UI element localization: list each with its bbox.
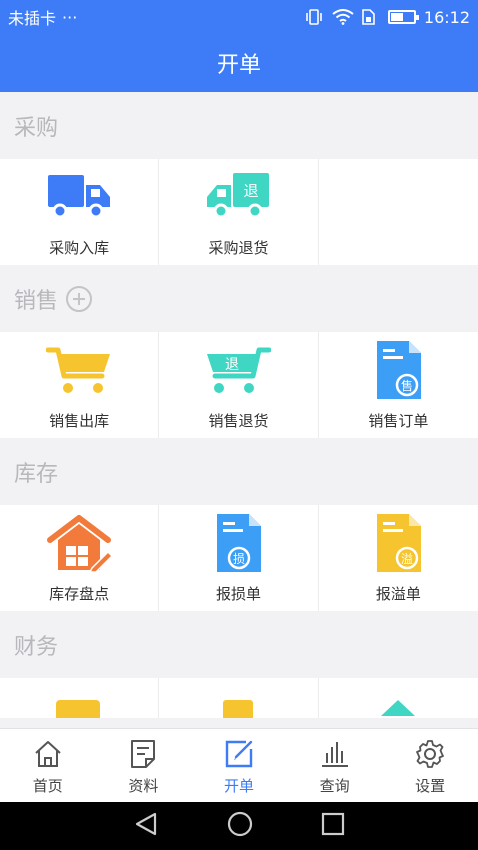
loss-doc-icon: 损 <box>205 514 271 572</box>
tab-label: 资料 <box>128 777 159 795</box>
back-icon[interactable] <box>133 811 159 841</box>
finance-item-3[interactable] <box>319 678 478 718</box>
recents-square-icon[interactable] <box>321 812 345 840</box>
badge-text: 损 <box>233 552 245 566</box>
tab-label: 设置 <box>415 777 446 795</box>
title-bar: 开单 <box>0 34 478 92</box>
overflow-doc-icon: 溢 <box>365 514 431 572</box>
purchase-in-button[interactable]: 采购入库 <box>0 159 160 265</box>
page-title: 开单 <box>216 53 261 78</box>
section-title: 采购 <box>14 115 59 141</box>
bar-chart-icon <box>319 737 351 771</box>
sim-icon <box>360 9 380 25</box>
add-circle-icon[interactable] <box>66 285 93 312</box>
section-title: 财务 <box>14 634 59 660</box>
gear-icon <box>414 737 446 771</box>
section-header-purchase: 采购 <box>0 92 478 159</box>
overflow-report-button[interactable]: 溢 报溢单 <box>319 505 478 611</box>
truck-icon <box>46 171 112 223</box>
return-cart-icon: 退 <box>205 344 272 396</box>
badge-text: 售 <box>401 378 413 393</box>
section-grid-inventory: 库存盘点 损 报损单 溢 报溢单 <box>0 505 478 611</box>
clock: 16:12 <box>423 7 470 27</box>
carrier-text: 未插卡 <box>8 9 57 28</box>
grid-item-label: 采购退货 <box>208 239 269 257</box>
finance-yellow-icon <box>46 690 112 718</box>
tab-home[interactable]: 首页 <box>0 729 96 802</box>
section-grid-finance <box>0 678 478 718</box>
grid-item-label: 报损单 <box>215 585 261 603</box>
bottom-tab-bar: 首页 资料 开单 查询 设置 <box>0 728 478 802</box>
section-header-sales: 销售 <box>0 265 478 332</box>
section-grid-purchase: 采购入库 退 采购退货 <box>0 159 478 265</box>
cart-icon <box>46 344 112 396</box>
vibrate-icon <box>304 9 324 25</box>
document-icon <box>127 737 159 771</box>
section-grid-sales: 销售出库 退 销售退货 售 销售订单 <box>0 332 478 438</box>
edit-icon <box>223 737 255 771</box>
tab-label: 首页 <box>32 777 63 795</box>
grid-item-label: 采购入库 <box>49 239 110 257</box>
more-indicator: ··· <box>62 7 78 27</box>
section-title: 库存 <box>14 461 59 487</box>
status-bar: 未插卡 ··· 16:12 <box>0 0 478 34</box>
tab-label: 查询 <box>319 777 350 795</box>
sales-out-button[interactable]: 销售出库 <box>0 332 160 438</box>
grid-item-label: 报溢单 <box>375 585 421 603</box>
sales-return-button[interactable]: 退 销售退货 <box>159 332 319 438</box>
section-title: 销售 <box>14 288 59 314</box>
badge-text: 溢 <box>401 552 413 566</box>
grid-item-label: 销售退货 <box>208 412 269 430</box>
wifi-icon <box>332 9 354 25</box>
battery-icon <box>387 10 419 24</box>
section-header-finance: 财务 <box>0 611 478 678</box>
tab-query[interactable]: 查询 <box>287 729 383 802</box>
badge-text: 退 <box>244 182 259 200</box>
inventory-count-button[interactable]: 库存盘点 <box>0 505 160 611</box>
tab-create-order[interactable]: 开单 <box>191 729 287 802</box>
finance-teal-icon <box>365 690 431 718</box>
finance-yellow-doc-icon <box>205 690 271 718</box>
tab-settings[interactable]: 设置 <box>382 729 478 802</box>
home-icon <box>32 737 64 771</box>
house-count-icon <box>46 515 113 572</box>
tab-label: 开单 <box>223 777 254 795</box>
home-circle-icon[interactable] <box>226 810 254 842</box>
empty-cell <box>319 159 478 265</box>
section-header-inventory: 库存 <box>0 438 478 505</box>
return-truck-icon: 退 <box>205 171 271 223</box>
grid-item-label: 销售出库 <box>49 412 110 430</box>
purchase-return-button[interactable]: 退 采购退货 <box>159 159 319 265</box>
grid-item-label: 销售订单 <box>368 412 429 430</box>
badge-text: 退 <box>225 357 239 373</box>
loss-report-button[interactable]: 损 报损单 <box>159 505 319 611</box>
sales-order-button[interactable]: 售 销售订单 <box>319 332 478 438</box>
sales-order-doc-icon: 售 <box>365 341 431 399</box>
finance-item-2[interactable] <box>159 678 319 718</box>
finance-item-1[interactable] <box>0 678 160 718</box>
grid-item-label: 库存盘点 <box>49 585 110 603</box>
main-content[interactable]: 采购 采购入库 退 采购退货 销售 销售出库 退 销售退货 售 销售订单 库存 … <box>0 92 478 728</box>
system-nav-bar <box>0 802 478 850</box>
tab-data[interactable]: 资料 <box>96 729 192 802</box>
